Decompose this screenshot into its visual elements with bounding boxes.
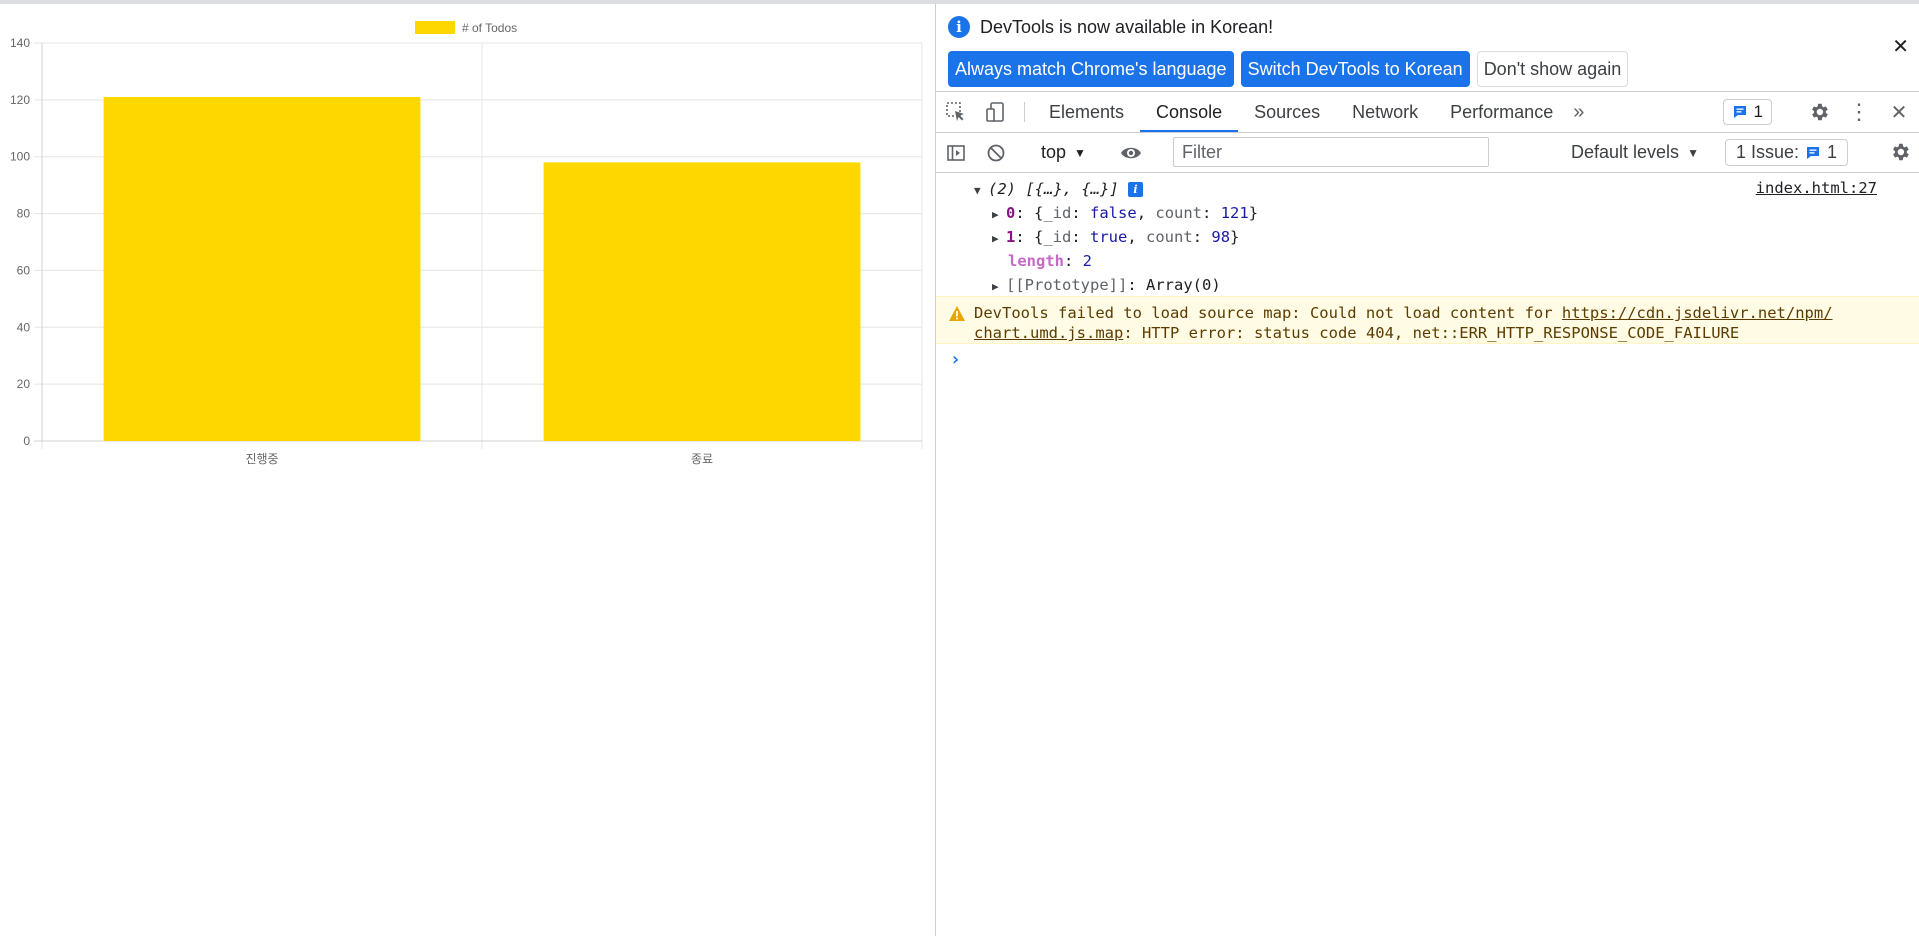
console-toolbar: top ▼ Default levels ▼ 1 Issue: 1 bbox=[936, 133, 1919, 173]
more-tabs-icon[interactable]: » bbox=[1569, 92, 1588, 132]
y-tick-label: 140 bbox=[10, 36, 30, 50]
close-devtools-icon[interactable]: ✕ bbox=[1879, 100, 1919, 125]
array-summary: (2) [{…}, {…}] bbox=[988, 180, 1119, 198]
bar-0 bbox=[103, 97, 421, 441]
array-length-row: length: 2 bbox=[1008, 252, 1093, 270]
legend-swatch bbox=[415, 21, 455, 34]
array-log-entry[interactable]: ▼ (2) [{…}, {…}] i bbox=[974, 180, 1143, 198]
device-toolbar-icon[interactable] bbox=[976, 92, 1016, 132]
warning-url-part2[interactable]: chart.umd.js.map bbox=[974, 324, 1123, 342]
console-prompt-icon[interactable]: › bbox=[950, 349, 961, 370]
item-1-count: 98 bbox=[1211, 228, 1231, 246]
page-viewport: 0 20 40 60 80 100 120 140 진행중 종료 # of Todos bbox=[0, 4, 935, 936]
info-icon: i bbox=[948, 16, 970, 38]
always-match-language-button[interactable]: Always match Chrome's language bbox=[948, 51, 1234, 87]
item-0-count: 121 bbox=[1220, 204, 1249, 222]
y-tick-label: 0 bbox=[23, 434, 30, 448]
devtools-panel: i DevTools is now available in Korean! A… bbox=[936, 4, 1919, 936]
settings-gear-icon[interactable] bbox=[1799, 101, 1839, 123]
message-icon bbox=[1733, 106, 1746, 118]
y-tick-label: 60 bbox=[17, 263, 31, 277]
context-selector[interactable]: top ▼ bbox=[1033, 142, 1094, 163]
info-badge-icon[interactable]: i bbox=[1128, 182, 1143, 197]
sourcemap-warning: DevTools failed to load source map: Coul… bbox=[936, 296, 1919, 344]
array-item-1[interactable]: ▶ 1: {_id: true, count: 98} bbox=[992, 228, 1239, 246]
warning-icon bbox=[949, 306, 965, 321]
dont-show-again-button[interactable]: Don't show again bbox=[1476, 51, 1629, 87]
item-1-id: true bbox=[1090, 228, 1128, 246]
message-icon bbox=[1807, 146, 1820, 159]
y-tick-label: 80 bbox=[17, 207, 31, 221]
more-options-icon[interactable]: ⋮ bbox=[1839, 99, 1879, 125]
show-sidebar-icon[interactable] bbox=[936, 143, 976, 163]
length-key: length bbox=[1008, 252, 1064, 270]
inspect-element-icon[interactable] bbox=[936, 92, 976, 132]
tab-performance[interactable]: Performance bbox=[1434, 92, 1569, 132]
infobar-text: DevTools is now available in Korean! bbox=[980, 16, 1274, 37]
x-tick-label: 종료 bbox=[691, 452, 713, 466]
y-tick-label: 100 bbox=[10, 150, 30, 164]
bar-1 bbox=[543, 162, 861, 441]
infobar-message: i DevTools is now available in Korean! bbox=[948, 16, 1273, 38]
infobar-actions: Always match Chrome's language Switch De… bbox=[948, 51, 1629, 87]
prototype-row[interactable]: ▶ [[Prototype]]: Array(0) bbox=[992, 276, 1221, 294]
console-settings-gear-icon[interactable] bbox=[1889, 141, 1911, 168]
log-levels-label: Default levels bbox=[1571, 142, 1680, 162]
tab-sources[interactable]: Sources bbox=[1238, 92, 1336, 132]
issues-counter-button[interactable]: 1 Issue: 1 bbox=[1725, 139, 1849, 166]
issues-label: 1 Issue: bbox=[1736, 142, 1800, 162]
x-tick-label: 진행중 bbox=[245, 451, 278, 466]
warning-message: DevTools failed to load source map: Coul… bbox=[974, 303, 1833, 343]
y-tick-label: 120 bbox=[10, 93, 30, 107]
warning-prefix: DevTools failed to load source map: Coul… bbox=[974, 304, 1562, 322]
item-1-key: 1 bbox=[1006, 228, 1016, 246]
tabbar-right-actions: 1 ⋮ ✕ bbox=[1722, 92, 1919, 132]
bar-chart: 0 20 40 60 80 100 120 140 진행중 종료 # of Todos bbox=[10, 21, 923, 466]
warning-url-part1[interactable]: https://cdn.jsdelivr.net/npm/ bbox=[1562, 304, 1833, 322]
log-levels-dropdown[interactable]: Default levels ▼ bbox=[1571, 133, 1699, 172]
y-tick-label: 20 bbox=[17, 377, 31, 391]
filter-input[interactable] bbox=[1173, 137, 1489, 167]
expanded-triangle-icon[interactable]: ▼ bbox=[974, 184, 988, 197]
dropdown-arrow-icon: ▼ bbox=[1687, 145, 1699, 160]
close-icon[interactable]: ✕ bbox=[1892, 34, 1909, 59]
item-0-key: 0 bbox=[1006, 204, 1016, 222]
warning-suffix: : HTTP error: status code 404, net::ERR_… bbox=[1123, 324, 1740, 342]
messages-badge[interactable]: 1 bbox=[1722, 99, 1772, 125]
issues-count: 1 bbox=[1827, 142, 1838, 162]
dropdown-arrow-icon: ▼ bbox=[1074, 145, 1086, 160]
item-0-id: false bbox=[1090, 204, 1137, 222]
tab-elements[interactable]: Elements bbox=[1033, 92, 1140, 132]
collapsed-triangle-icon[interactable]: ▶ bbox=[992, 232, 1006, 245]
language-infobar: i DevTools is now available in Korean! A… bbox=[936, 4, 1919, 92]
devtools-tabbar: Elements Console Sources Network Perform… bbox=[936, 92, 1919, 133]
toolbar-divider bbox=[1024, 102, 1025, 122]
y-tick-label: 40 bbox=[17, 320, 31, 334]
live-expression-eye-icon[interactable] bbox=[1111, 145, 1151, 161]
collapsed-triangle-icon[interactable]: ▶ bbox=[992, 208, 1006, 221]
collapsed-triangle-icon[interactable]: ▶ bbox=[992, 280, 1006, 293]
length-value: 2 bbox=[1082, 252, 1093, 270]
tab-network[interactable]: Network bbox=[1336, 92, 1434, 132]
array-item-0[interactable]: ▶ 0: {_id: false, count: 121} bbox=[992, 204, 1258, 222]
context-value: top bbox=[1041, 142, 1067, 162]
source-link[interactable]: index.html:27 bbox=[1756, 179, 1877, 197]
tab-console[interactable]: Console bbox=[1140, 92, 1239, 132]
prototype-key: [[Prototype]] bbox=[1006, 276, 1128, 294]
switch-to-korean-button[interactable]: Switch DevTools to Korean bbox=[1240, 51, 1470, 87]
messages-count: 1 bbox=[1753, 102, 1763, 121]
prototype-value: Array(0) bbox=[1146, 276, 1221, 294]
legend-label: # of Todos bbox=[462, 21, 517, 35]
clear-console-icon[interactable] bbox=[976, 143, 1016, 163]
